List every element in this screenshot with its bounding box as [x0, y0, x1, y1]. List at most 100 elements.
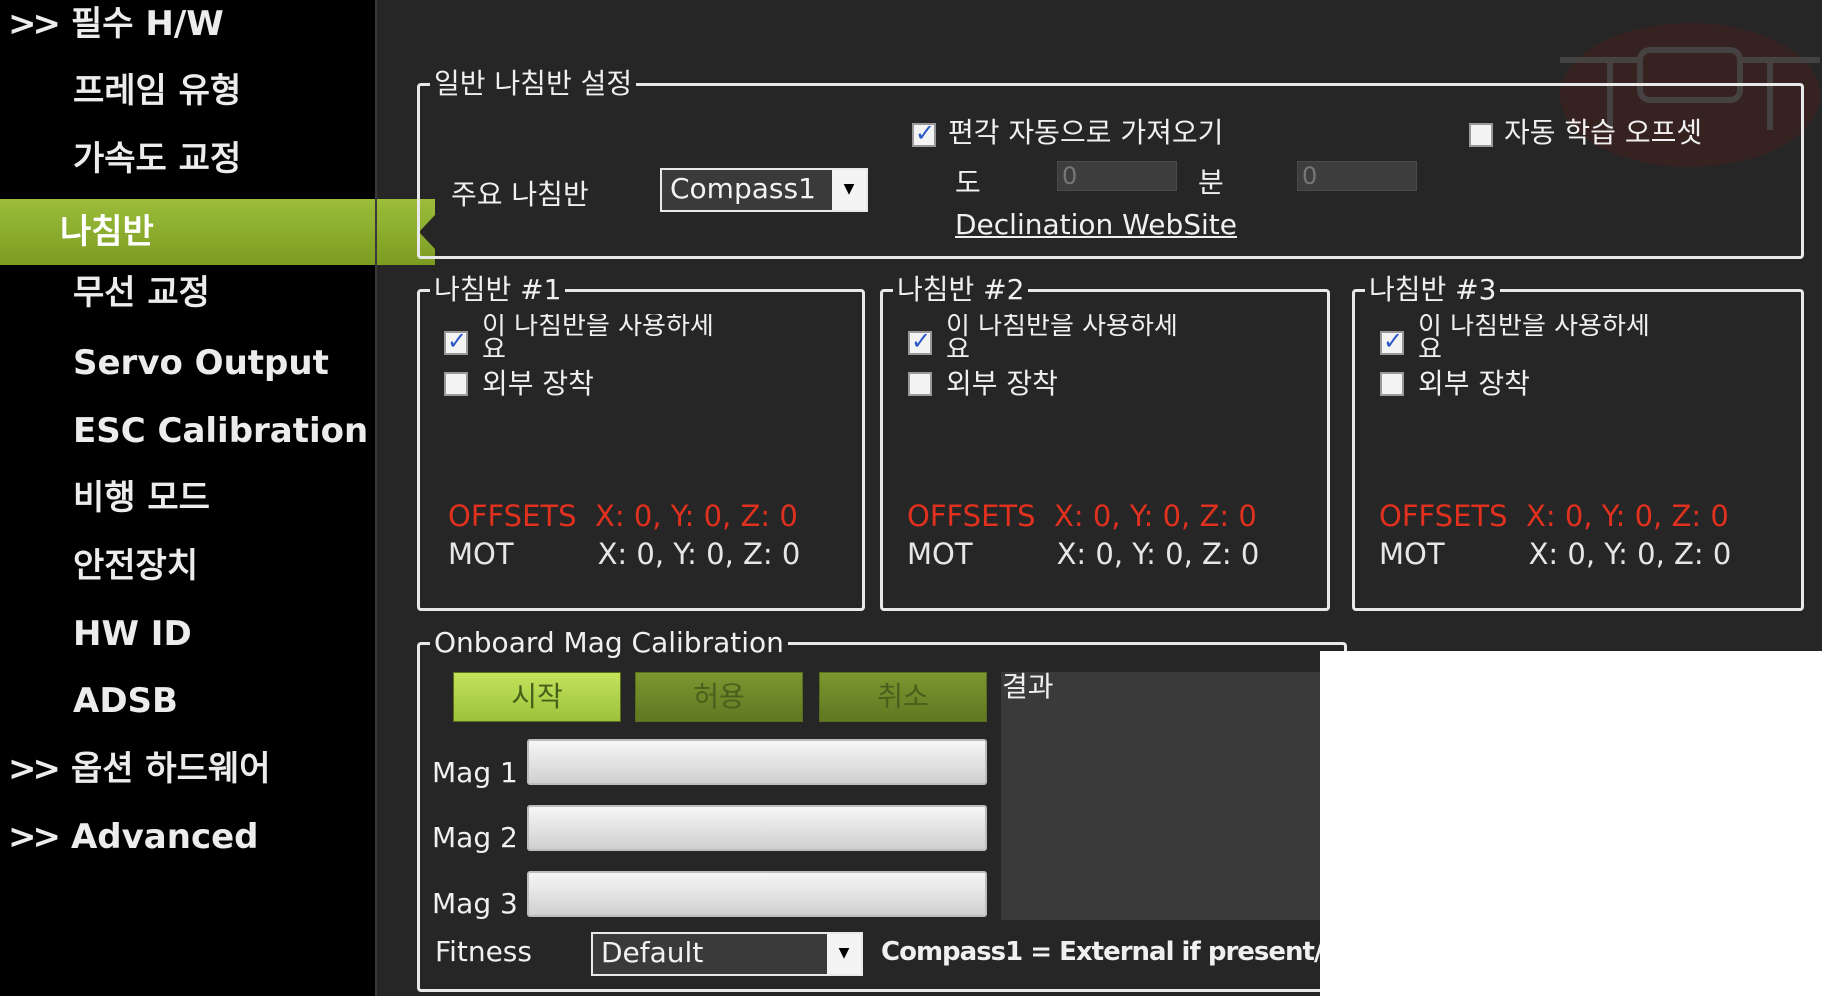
auto-learn-offsets-checkbox[interactable] — [1469, 123, 1493, 147]
chevron-right-icon: >> — [8, 749, 61, 789]
compass-3-group: 나침반 #3 ✓ 이 나침반을 사용하세요 외부 장착 OFFSETS X: 0… — [1352, 272, 1804, 611]
sidebar-item-label: Servo Output — [73, 343, 329, 383]
auto-declination-checkbox[interactable]: ✓ — [912, 119, 936, 147]
offsets-label: OFFSETS — [1379, 499, 1508, 533]
use-compass-3-label: 이 나침반을 사용하세요 — [1418, 314, 1650, 365]
sidebar-item-label: HW ID — [73, 614, 192, 654]
sidebar-item-servo-output[interactable]: Servo Output — [0, 330, 375, 396]
sidebar-item-adsb[interactable]: ADSB — [0, 668, 375, 734]
use-compass-2-label: 이 나침반을 사용하세요 — [946, 314, 1178, 365]
mag-3-label: Mag 3 — [432, 887, 518, 920]
mag-1-label: Mag 1 — [432, 756, 518, 789]
sidebar-item-label: ESC Calibration — [73, 411, 369, 451]
sidebar: >> 필수 H/W 프레임 유형 가속도 교정 나침반 무선 교정 Servo O… — [0, 0, 435, 996]
offsets-values: X: 0, Y: 0, Z: 0 — [1525, 499, 1729, 533]
compass-2-offsets: OFFSETS X: 0, Y: 0, Z: 0 — [907, 499, 1257, 533]
result-label: 결과 — [1002, 670, 1054, 703]
result-panel — [1001, 672, 1349, 920]
check-icon: ✓ — [911, 327, 932, 355]
declination-degrees-input[interactable]: 0 — [1057, 161, 1177, 191]
mot-values: X: 0, Y: 0, Z: 0 — [1528, 537, 1732, 571]
sidebar-item-label: 필수 H/W — [70, 4, 224, 44]
use-compass-3-checkbox[interactable]: ✓ — [1380, 327, 1404, 355]
external-compass-3-checkbox[interactable] — [1380, 372, 1404, 396]
sidebar-item-label: 옵션 하드웨어 — [70, 749, 271, 789]
chevron-down-icon[interactable]: ▼ — [832, 170, 866, 210]
mot-label: MOT — [448, 537, 514, 571]
sidebar-item-failsafe[interactable]: 안전장치 — [0, 533, 375, 599]
primary-compass-value: Compass1 — [670, 172, 816, 205]
sidebar-item-accel-calibration[interactable]: 가속도 교정 — [0, 126, 375, 192]
declination-minutes-input[interactable]: 0 — [1297, 161, 1417, 191]
use-compass-2-checkbox[interactable]: ✓ — [908, 327, 932, 355]
sidebar-item-label: 안전장치 — [73, 546, 199, 586]
external-compass-1-label: 외부 장착 — [482, 367, 594, 400]
accept-button[interactable]: 허용 — [635, 672, 803, 722]
mot-values: X: 0, Y: 0, Z: 0 — [1056, 537, 1260, 571]
sidebar-item-frame-type[interactable]: 프레임 유형 — [0, 58, 375, 124]
group-title: 일반 나침반 설정 — [430, 66, 637, 102]
use-compass-1-label: 이 나침반을 사용하세요 — [482, 314, 714, 365]
primary-compass-label: 주요 나침반 — [451, 178, 589, 211]
group-title: 나침반 #1 — [430, 272, 566, 308]
sidebar-group-required-hw[interactable]: >> 필수 H/W — [0, 0, 375, 57]
external-compass-2-checkbox[interactable] — [908, 372, 932, 396]
offsets-values: X: 0, Y: 0, Z: 0 — [594, 499, 798, 533]
cancel-button[interactable]: 취소 — [819, 672, 987, 722]
sidebar-group-advanced[interactable]: >> Advanced — [0, 804, 375, 870]
sidebar-item-label: 비행 모드 — [73, 478, 210, 518]
sidebar-group-optional-hw[interactable]: >> 옵션 하드웨어 — [0, 736, 375, 802]
use-compass-1-checkbox[interactable]: ✓ — [444, 327, 468, 355]
mag-1-progress-bar — [527, 739, 987, 785]
fitness-select[interactable]: Default ▼ — [591, 932, 863, 976]
mot-label: MOT — [1379, 537, 1445, 571]
compass-3-mot: MOT X: 0, Y: 0, Z: 0 — [1379, 537, 1731, 571]
sidebar-item-esc-calibration[interactable]: ESC Calibration — [0, 398, 375, 464]
chevron-right-icon: >> — [8, 817, 61, 857]
mot-label: MOT — [907, 537, 973, 571]
sidebar-item-flight-modes[interactable]: 비행 모드 — [0, 465, 375, 531]
primary-compass-note: Compass1 = External if present/else — [881, 937, 1379, 967]
compass-1-mot: MOT X: 0, Y: 0, Z: 0 — [448, 537, 800, 571]
fitness-value: Default — [601, 936, 704, 969]
start-button[interactable]: 시작 — [453, 672, 621, 722]
general-compass-settings-group: 일반 나침반 설정 주요 나침반 Compass1 ▼ ✓ 편각 자동으로 가져… — [417, 66, 1804, 259]
degrees-label: 도 — [955, 166, 981, 199]
group-title: 나침반 #3 — [1365, 272, 1501, 308]
offsets-label: OFFSETS — [907, 499, 1036, 533]
compass-1-offsets: OFFSETS X: 0, Y: 0, Z: 0 — [448, 499, 798, 533]
chevron-right-icon: >> — [8, 4, 61, 44]
mag-2-progress-bar — [527, 805, 987, 851]
check-icon: ✓ — [447, 327, 468, 355]
mag-3-progress-bar — [527, 871, 987, 917]
sidebar-item-compass[interactable]: 나침반 — [0, 199, 435, 265]
external-compass-1-checkbox[interactable] — [444, 372, 468, 396]
sidebar-item-label: 나침반 — [60, 212, 154, 252]
compass-2-group: 나침반 #2 ✓ 이 나침반을 사용하세요 외부 장착 OFFSETS X: 0… — [880, 272, 1330, 611]
sidebar-item-label: 가속도 교정 — [73, 139, 242, 179]
mag-2-label: Mag 2 — [432, 821, 518, 854]
fitness-label: Fitness — [435, 935, 532, 968]
sidebar-item-label: 무선 교정 — [73, 273, 210, 313]
declination-website-link[interactable]: Declination WebSite — [955, 208, 1237, 241]
sidebar-item-label: Advanced — [70, 817, 259, 857]
sidebar-item-label: ADSB — [73, 681, 178, 721]
primary-compass-select[interactable]: Compass1 ▼ — [660, 168, 868, 212]
blank-area — [1320, 651, 1822, 996]
minutes-label: 분 — [1198, 166, 1224, 199]
offsets-label: OFFSETS — [448, 499, 577, 533]
check-icon: ✓ — [1383, 327, 1404, 355]
offsets-values: X: 0, Y: 0, Z: 0 — [1053, 499, 1257, 533]
chevron-down-icon[interactable]: ▼ — [827, 934, 861, 974]
sidebar-item-hw-id[interactable]: HW ID — [0, 601, 375, 667]
group-title: 나침반 #2 — [893, 272, 1029, 308]
compass-1-group: 나침반 #1 ✓ 이 나침반을 사용하세요 외부 장착 OFFSETS X: 0… — [417, 272, 865, 611]
check-icon: ✓ — [915, 119, 936, 147]
compass-3-offsets: OFFSETS X: 0, Y: 0, Z: 0 — [1379, 499, 1729, 533]
external-compass-2-label: 외부 장착 — [946, 367, 1058, 400]
onboard-mag-calibration-group: Onboard Mag Calibration 시작 허용 취소 결과 Mag … — [417, 625, 1379, 992]
external-compass-3-label: 외부 장착 — [1418, 367, 1530, 400]
compass-2-mot: MOT X: 0, Y: 0, Z: 0 — [907, 537, 1259, 571]
sidebar-item-radio-calibration[interactable]: 무선 교정 — [0, 260, 375, 326]
mot-values: X: 0, Y: 0, Z: 0 — [597, 537, 801, 571]
